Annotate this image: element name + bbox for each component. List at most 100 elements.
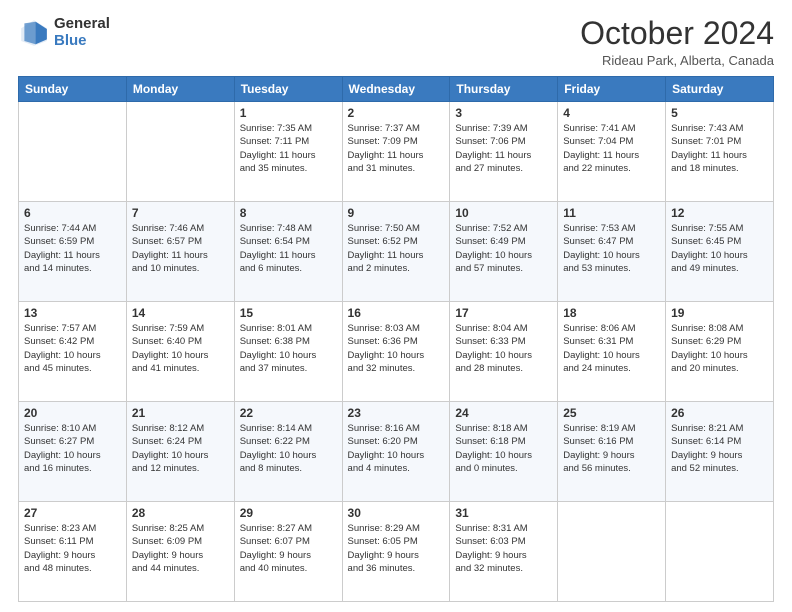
- calendar-cell: [126, 102, 234, 202]
- day-info: Sunrise: 7:44 AM Sunset: 6:59 PM Dayligh…: [24, 222, 121, 275]
- calendar-cell: 4 Sunrise: 7:41 AM Sunset: 7:04 PM Daylig…: [558, 102, 666, 202]
- day-number: 1: [240, 106, 337, 120]
- day-number: 15: [240, 306, 337, 320]
- day-number: 20: [24, 406, 121, 420]
- logo-icon: [18, 17, 50, 49]
- location: Rideau Park, Alberta, Canada: [580, 53, 774, 68]
- day-number: 28: [132, 506, 229, 520]
- week-row-3: 13 Sunrise: 7:57 AM Sunset: 6:42 PM Dayli…: [19, 302, 774, 402]
- day-number: 30: [348, 506, 445, 520]
- calendar-cell: 28 Sunrise: 8:25 AM Sunset: 6:09 PM Dayli…: [126, 502, 234, 602]
- calendar-cell: 19Sunrise: 8:08 AM Sunset: 6:29 PM Dayli…: [666, 302, 774, 402]
- day-number: 16: [348, 306, 445, 320]
- day-info: Sunrise: 7:50 AM Sunset: 6:52 PM Dayligh…: [348, 222, 445, 275]
- day-info: Sunrise: 8:14 AM Sunset: 6:22 PM Dayligh…: [240, 422, 337, 475]
- calendar-cell: 17 Sunrise: 8:04 AM Sunset: 6:33 PM Dayli…: [450, 302, 558, 402]
- calendar-cell: 21Sunrise: 8:12 AM Sunset: 6:24 PM Dayli…: [126, 402, 234, 502]
- day-info: Sunrise: 8:04 AM Sunset: 6:33 PM Dayligh…: [455, 322, 552, 375]
- day-info: Sunrise: 8:21 AM Sunset: 6:14 PM Dayligh…: [671, 422, 768, 475]
- week-row-2: 6Sunrise: 7:44 AM Sunset: 6:59 PM Daylig…: [19, 202, 774, 302]
- day-info: Sunrise: 7:37 AM Sunset: 7:09 PM Dayligh…: [348, 122, 445, 175]
- day-number: 11: [563, 206, 660, 220]
- day-info: Sunrise: 8:19 AM Sunset: 6:16 PM Dayligh…: [563, 422, 660, 475]
- day-number: 5: [671, 106, 768, 120]
- calendar-cell: 8Sunrise: 7:48 AM Sunset: 6:54 PM Daylig…: [234, 202, 342, 302]
- calendar-cell: 18 Sunrise: 8:06 AM Sunset: 6:31 PM Dayli…: [558, 302, 666, 402]
- logo-blue-text: Blue: [54, 33, 110, 50]
- day-info: Sunrise: 8:10 AM Sunset: 6:27 PM Dayligh…: [24, 422, 121, 475]
- day-info: Sunrise: 7:35 AM Sunset: 7:11 PM Dayligh…: [240, 122, 337, 175]
- calendar-cell: 9Sunrise: 7:50 AM Sunset: 6:52 PM Daylig…: [342, 202, 450, 302]
- calendar-cell: 24 Sunrise: 8:18 AM Sunset: 6:18 PM Dayli…: [450, 402, 558, 502]
- day-number: 25: [563, 406, 660, 420]
- day-info: Sunrise: 8:25 AM Sunset: 6:09 PM Dayligh…: [132, 522, 229, 575]
- col-wednesday: Wednesday: [342, 77, 450, 102]
- day-info: Sunrise: 8:23 AM Sunset: 6:11 PM Dayligh…: [24, 522, 121, 575]
- calendar-cell: 27 Sunrise: 8:23 AM Sunset: 6:11 PM Dayli…: [19, 502, 127, 602]
- day-number: 3: [455, 106, 552, 120]
- calendar-cell: 13 Sunrise: 7:57 AM Sunset: 6:42 PM Dayli…: [19, 302, 127, 402]
- calendar-cell: 2 Sunrise: 7:37 AM Sunset: 7:09 PM Daylig…: [342, 102, 450, 202]
- day-info: Sunrise: 7:57 AM Sunset: 6:42 PM Dayligh…: [24, 322, 121, 375]
- day-number: 2: [348, 106, 445, 120]
- week-row-5: 27 Sunrise: 8:23 AM Sunset: 6:11 PM Dayli…: [19, 502, 774, 602]
- day-info: Sunrise: 7:41 AM Sunset: 7:04 PM Dayligh…: [563, 122, 660, 175]
- day-number: 17: [455, 306, 552, 320]
- day-info: Sunrise: 7:53 AM Sunset: 6:47 PM Dayligh…: [563, 222, 660, 275]
- day-number: 21: [132, 406, 229, 420]
- day-number: 24: [455, 406, 552, 420]
- day-number: 12: [671, 206, 768, 220]
- day-number: 18: [563, 306, 660, 320]
- calendar-cell: 5 Sunrise: 7:43 AM Sunset: 7:01 PM Daylig…: [666, 102, 774, 202]
- calendar-header-row: Sunday Monday Tuesday Wednesday Thursday…: [19, 77, 774, 102]
- calendar-cell: 31Sunrise: 8:31 AM Sunset: 6:03 PM Dayli…: [450, 502, 558, 602]
- day-info: Sunrise: 7:55 AM Sunset: 6:45 PM Dayligh…: [671, 222, 768, 275]
- logo: General Blue: [18, 16, 110, 49]
- calendar-cell: 12 Sunrise: 7:55 AM Sunset: 6:45 PM Dayli…: [666, 202, 774, 302]
- calendar-cell: 16Sunrise: 8:03 AM Sunset: 6:36 PM Dayli…: [342, 302, 450, 402]
- day-number: 23: [348, 406, 445, 420]
- calendar-cell: [19, 102, 127, 202]
- day-number: 13: [24, 306, 121, 320]
- calendar-cell: 30Sunrise: 8:29 AM Sunset: 6:05 PM Dayli…: [342, 502, 450, 602]
- calendar-cell: 26 Sunrise: 8:21 AM Sunset: 6:14 PM Dayli…: [666, 402, 774, 502]
- calendar-cell: 20 Sunrise: 8:10 AM Sunset: 6:27 PM Dayli…: [19, 402, 127, 502]
- day-number: 14: [132, 306, 229, 320]
- day-info: Sunrise: 7:43 AM Sunset: 7:01 PM Dayligh…: [671, 122, 768, 175]
- day-info: Sunrise: 8:01 AM Sunset: 6:38 PM Dayligh…: [240, 322, 337, 375]
- calendar-table: Sunday Monday Tuesday Wednesday Thursday…: [18, 76, 774, 602]
- calendar-cell: 7 Sunrise: 7:46 AM Sunset: 6:57 PM Daylig…: [126, 202, 234, 302]
- day-info: Sunrise: 8:08 AM Sunset: 6:29 PM Dayligh…: [671, 322, 768, 375]
- col-thursday: Thursday: [450, 77, 558, 102]
- page: General Blue October 2024 Rideau Park, A…: [0, 0, 792, 612]
- calendar-cell: 14 Sunrise: 7:59 AM Sunset: 6:40 PM Dayli…: [126, 302, 234, 402]
- day-info: Sunrise: 8:16 AM Sunset: 6:20 PM Dayligh…: [348, 422, 445, 475]
- calendar-cell: 11 Sunrise: 7:53 AM Sunset: 6:47 PM Dayli…: [558, 202, 666, 302]
- week-row-4: 20 Sunrise: 8:10 AM Sunset: 6:27 PM Dayli…: [19, 402, 774, 502]
- col-sunday: Sunday: [19, 77, 127, 102]
- day-number: 4: [563, 106, 660, 120]
- day-number: 10: [455, 206, 552, 220]
- day-number: 29: [240, 506, 337, 520]
- day-info: Sunrise: 8:06 AM Sunset: 6:31 PM Dayligh…: [563, 322, 660, 375]
- day-info: Sunrise: 7:59 AM Sunset: 6:40 PM Dayligh…: [132, 322, 229, 375]
- day-info: Sunrise: 7:48 AM Sunset: 6:54 PM Dayligh…: [240, 222, 337, 275]
- col-friday: Friday: [558, 77, 666, 102]
- calendar-cell: 3Sunrise: 7:39 AM Sunset: 7:06 PM Daylig…: [450, 102, 558, 202]
- day-info: Sunrise: 8:18 AM Sunset: 6:18 PM Dayligh…: [455, 422, 552, 475]
- calendar-cell: 23 Sunrise: 8:16 AM Sunset: 6:20 PM Dayli…: [342, 402, 450, 502]
- calendar-cell: 22Sunrise: 8:14 AM Sunset: 6:22 PM Dayli…: [234, 402, 342, 502]
- day-info: Sunrise: 7:46 AM Sunset: 6:57 PM Dayligh…: [132, 222, 229, 275]
- calendar-cell: 25 Sunrise: 8:19 AM Sunset: 6:16 PM Dayli…: [558, 402, 666, 502]
- day-number: 27: [24, 506, 121, 520]
- day-info: Sunrise: 7:52 AM Sunset: 6:49 PM Dayligh…: [455, 222, 552, 275]
- col-tuesday: Tuesday: [234, 77, 342, 102]
- day-info: Sunrise: 8:27 AM Sunset: 6:07 PM Dayligh…: [240, 522, 337, 575]
- calendar-cell: 10 Sunrise: 7:52 AM Sunset: 6:49 PM Dayli…: [450, 202, 558, 302]
- header: General Blue October 2024 Rideau Park, A…: [18, 16, 774, 68]
- col-monday: Monday: [126, 77, 234, 102]
- logo-general-text: General: [54, 16, 110, 33]
- calendar-cell: [666, 502, 774, 602]
- day-number: 26: [671, 406, 768, 420]
- day-number: 7: [132, 206, 229, 220]
